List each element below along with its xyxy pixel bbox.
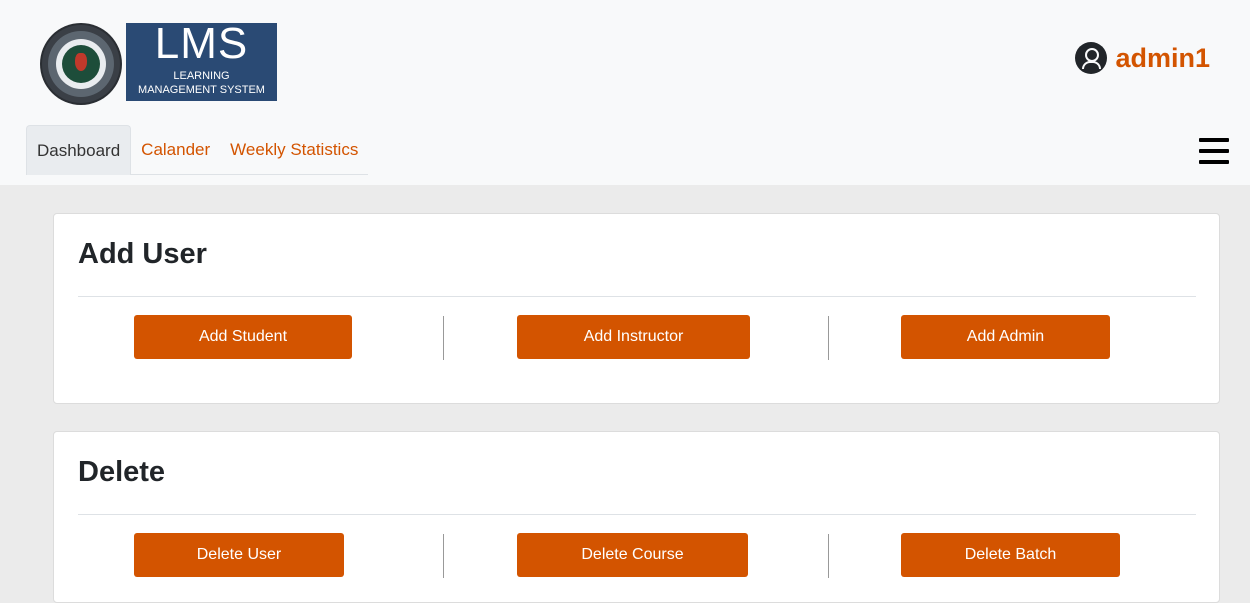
delete-batch-button[interactable]: Delete Batch bbox=[901, 533, 1120, 577]
delete-title: Delete bbox=[78, 456, 166, 488]
separator bbox=[443, 534, 444, 578]
user-circle-icon bbox=[1075, 42, 1108, 74]
divider bbox=[78, 296, 1196, 297]
add-admin-button[interactable]: Add Admin bbox=[901, 315, 1110, 359]
lms-logo: LMS LEARNING MANAGEMENT SYSTEM bbox=[126, 19, 277, 101]
tab-dashboard[interactable]: Dashboard bbox=[26, 125, 132, 175]
hamburger-icon[interactable] bbox=[1199, 138, 1229, 164]
tab-calander[interactable]: Calander bbox=[131, 125, 220, 174]
delete-course-button[interactable]: Delete Course bbox=[517, 533, 748, 577]
tab-weekly-statistics[interactable]: Weekly Statistics bbox=[220, 125, 368, 174]
logo-title: LMS bbox=[154, 19, 249, 68]
user-profile[interactable]: admin1 bbox=[1075, 40, 1210, 76]
add-user-card: Add User Add Student Add Instructor Add … bbox=[53, 213, 1220, 404]
delete-user-button[interactable]: Delete User bbox=[134, 533, 344, 577]
logo-subtitle-1: LEARNING bbox=[173, 70, 230, 82]
separator bbox=[443, 316, 444, 360]
nav-tabs: Dashboard Calander Weekly Statistics bbox=[26, 125, 369, 175]
username: admin1 bbox=[1115, 42, 1210, 73]
logo-subtitle-2: MANAGEMENT SYSTEM bbox=[138, 84, 265, 96]
add-instructor-button[interactable]: Add Instructor bbox=[517, 315, 750, 359]
separator bbox=[828, 534, 829, 578]
divider bbox=[78, 514, 1196, 515]
delete-card: Delete Delete User Delete Course Delete … bbox=[53, 431, 1220, 603]
add-student-button[interactable]: Add Student bbox=[134, 315, 352, 359]
add-user-title: Add User bbox=[78, 238, 207, 270]
separator bbox=[828, 316, 829, 360]
college-seal-icon bbox=[42, 25, 120, 103]
top-header: LMS LEARNING MANAGEMENT SYSTEM admin1 Da… bbox=[0, 0, 1250, 185]
